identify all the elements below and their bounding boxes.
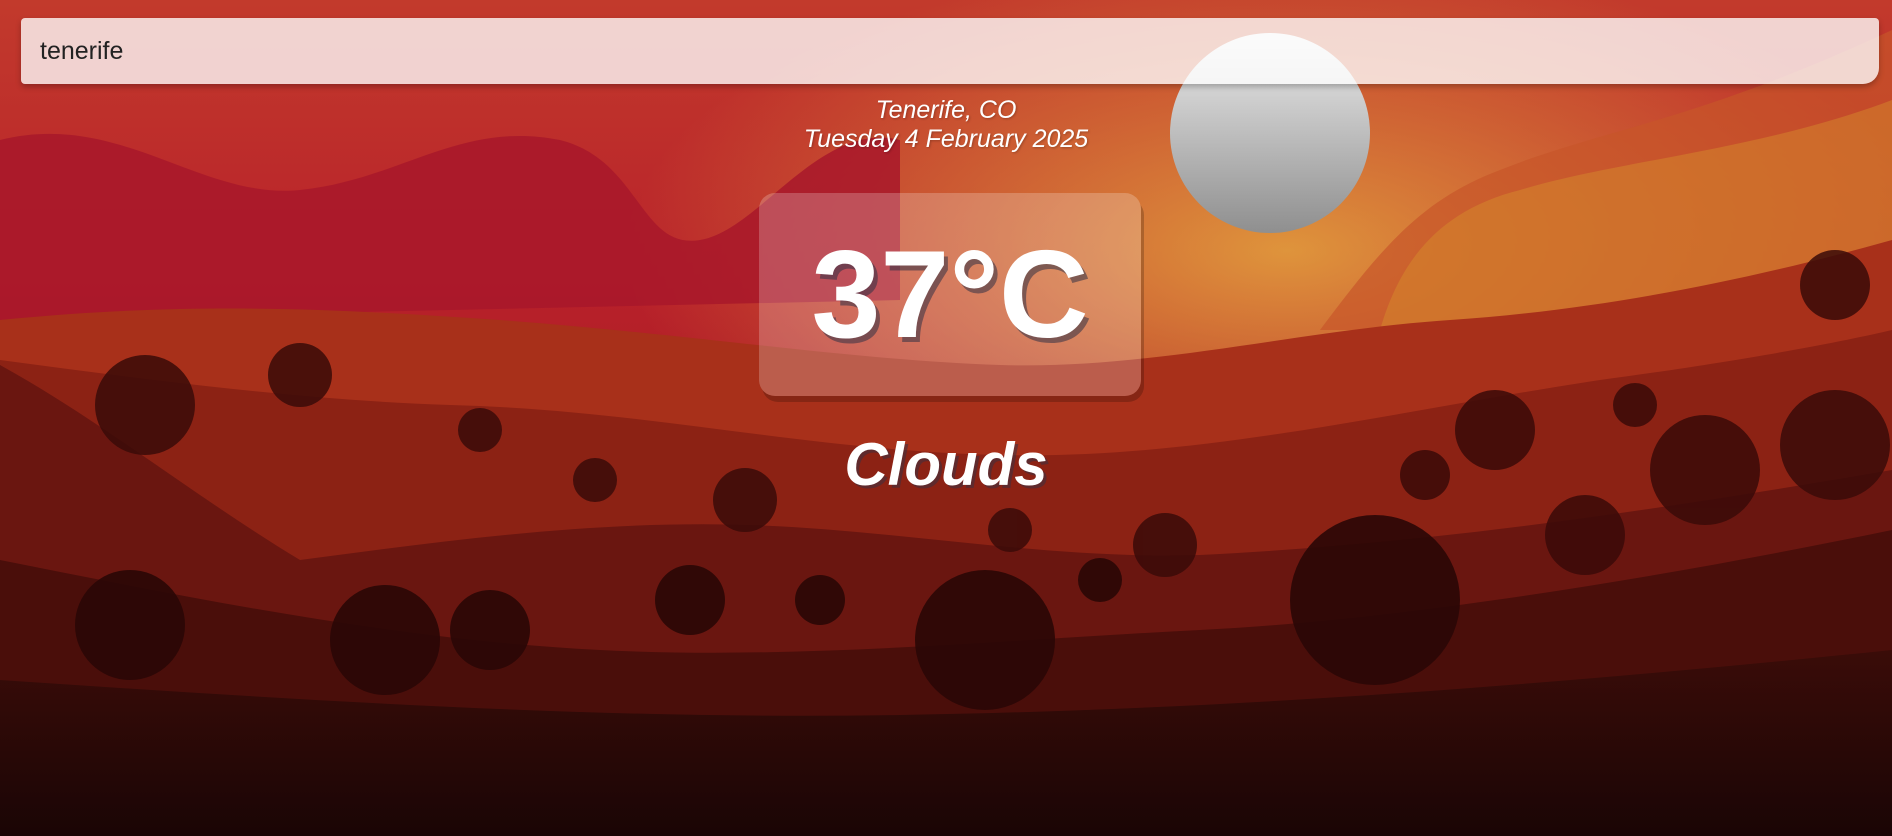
temperature-value: 37°C	[811, 225, 1089, 364]
location-date: Tuesday 4 February 2025	[803, 125, 1089, 153]
location-box: Tenerife, CO Tuesday 4 February 2025	[0, 96, 1892, 154]
weather-condition: Clouds	[844, 431, 1048, 498]
search-input[interactable]	[21, 18, 1879, 84]
location-city: Tenerife, CO	[875, 96, 1017, 124]
temperature-box: 37°C	[759, 193, 1141, 396]
